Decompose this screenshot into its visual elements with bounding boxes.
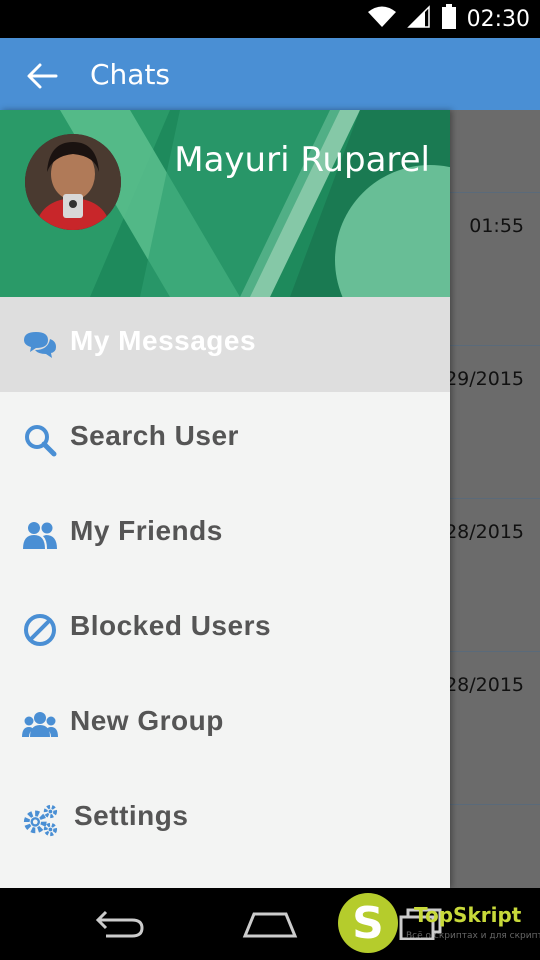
blocked-icon — [22, 612, 58, 648]
menu-item-label: Blocked Users — [70, 610, 272, 641]
watermark-logo: S — [338, 893, 398, 953]
app-bar-title: Chats — [90, 58, 171, 91]
watermark-brand: TopSkript — [414, 903, 522, 927]
gears-icon — [22, 802, 58, 838]
menu-item-my-friends[interactable]: My Friends — [0, 487, 450, 582]
chat-row[interactable]: 01:55 — [450, 193, 540, 346]
home-nav-icon[interactable] — [242, 908, 298, 945]
chat-bubbles-icon — [22, 327, 58, 363]
chat-row[interactable]: 28/2015 — [445, 499, 540, 652]
menu-item-search-user[interactable]: Search User — [0, 392, 450, 487]
watermark-tagline: Всё о скриптах и для скриптов... — [406, 931, 540, 941]
app-bar: Chats — [0, 38, 540, 110]
menu-item-my-messages[interactable]: My Messages — [0, 297, 450, 392]
menu-item-label: My Messages — [70, 325, 257, 356]
menu-item-label: My Friends — [70, 515, 223, 546]
status-bar: 02:30 — [0, 0, 540, 38]
chat-row[interactable] — [450, 110, 540, 193]
wifi-icon — [367, 5, 397, 34]
navigation-drawer: Mayuri Ruparel My Messages Search User M… — [0, 110, 450, 888]
chat-time: 29/2015 — [445, 368, 524, 390]
chat-time: 28/2015 — [445, 521, 524, 543]
menu-item-new-group[interactable]: New Group — [0, 677, 450, 772]
search-icon — [22, 422, 58, 458]
chat-time: 01:55 — [469, 215, 524, 237]
group-icon — [22, 707, 58, 743]
status-time: 02:30 — [466, 6, 530, 32]
watermark: S TopSkript Всё о скриптах и для скрипто… — [338, 893, 540, 955]
avatar[interactable] — [25, 134, 121, 230]
friends-icon — [22, 517, 58, 553]
chat-time: 28/2015 — [445, 674, 524, 696]
user-name: Mayuri Ruparel — [174, 140, 430, 180]
arrow-left-icon[interactable] — [26, 62, 58, 95]
signal-icon — [406, 4, 431, 34]
battery-icon — [441, 3, 457, 35]
chat-row[interactable]: 28/2015 — [445, 652, 540, 805]
menu-item-blocked-users[interactable]: Blocked Users — [0, 582, 450, 677]
back-nav-icon[interactable] — [94, 908, 146, 945]
chat-row[interactable]: 29/2015 — [445, 346, 540, 499]
drawer-header: Mayuri Ruparel — [0, 110, 450, 297]
menu-item-label: Search User — [70, 420, 239, 451]
menu-item-settings[interactable]: Settings — [0, 772, 450, 867]
menu-item-label: New Group — [70, 705, 224, 736]
menu-item-label: Settings — [74, 800, 189, 831]
